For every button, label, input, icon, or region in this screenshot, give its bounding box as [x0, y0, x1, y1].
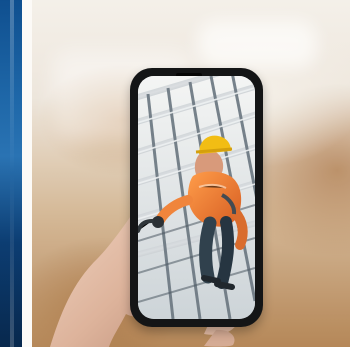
roof-worker-photo: [138, 76, 255, 319]
phone-screen: [138, 76, 255, 319]
left-photo-strip: [0, 0, 22, 347]
construction-phone-scene: [0, 0, 350, 347]
smartphone: [130, 68, 263, 327]
photo-border: [22, 0, 32, 347]
